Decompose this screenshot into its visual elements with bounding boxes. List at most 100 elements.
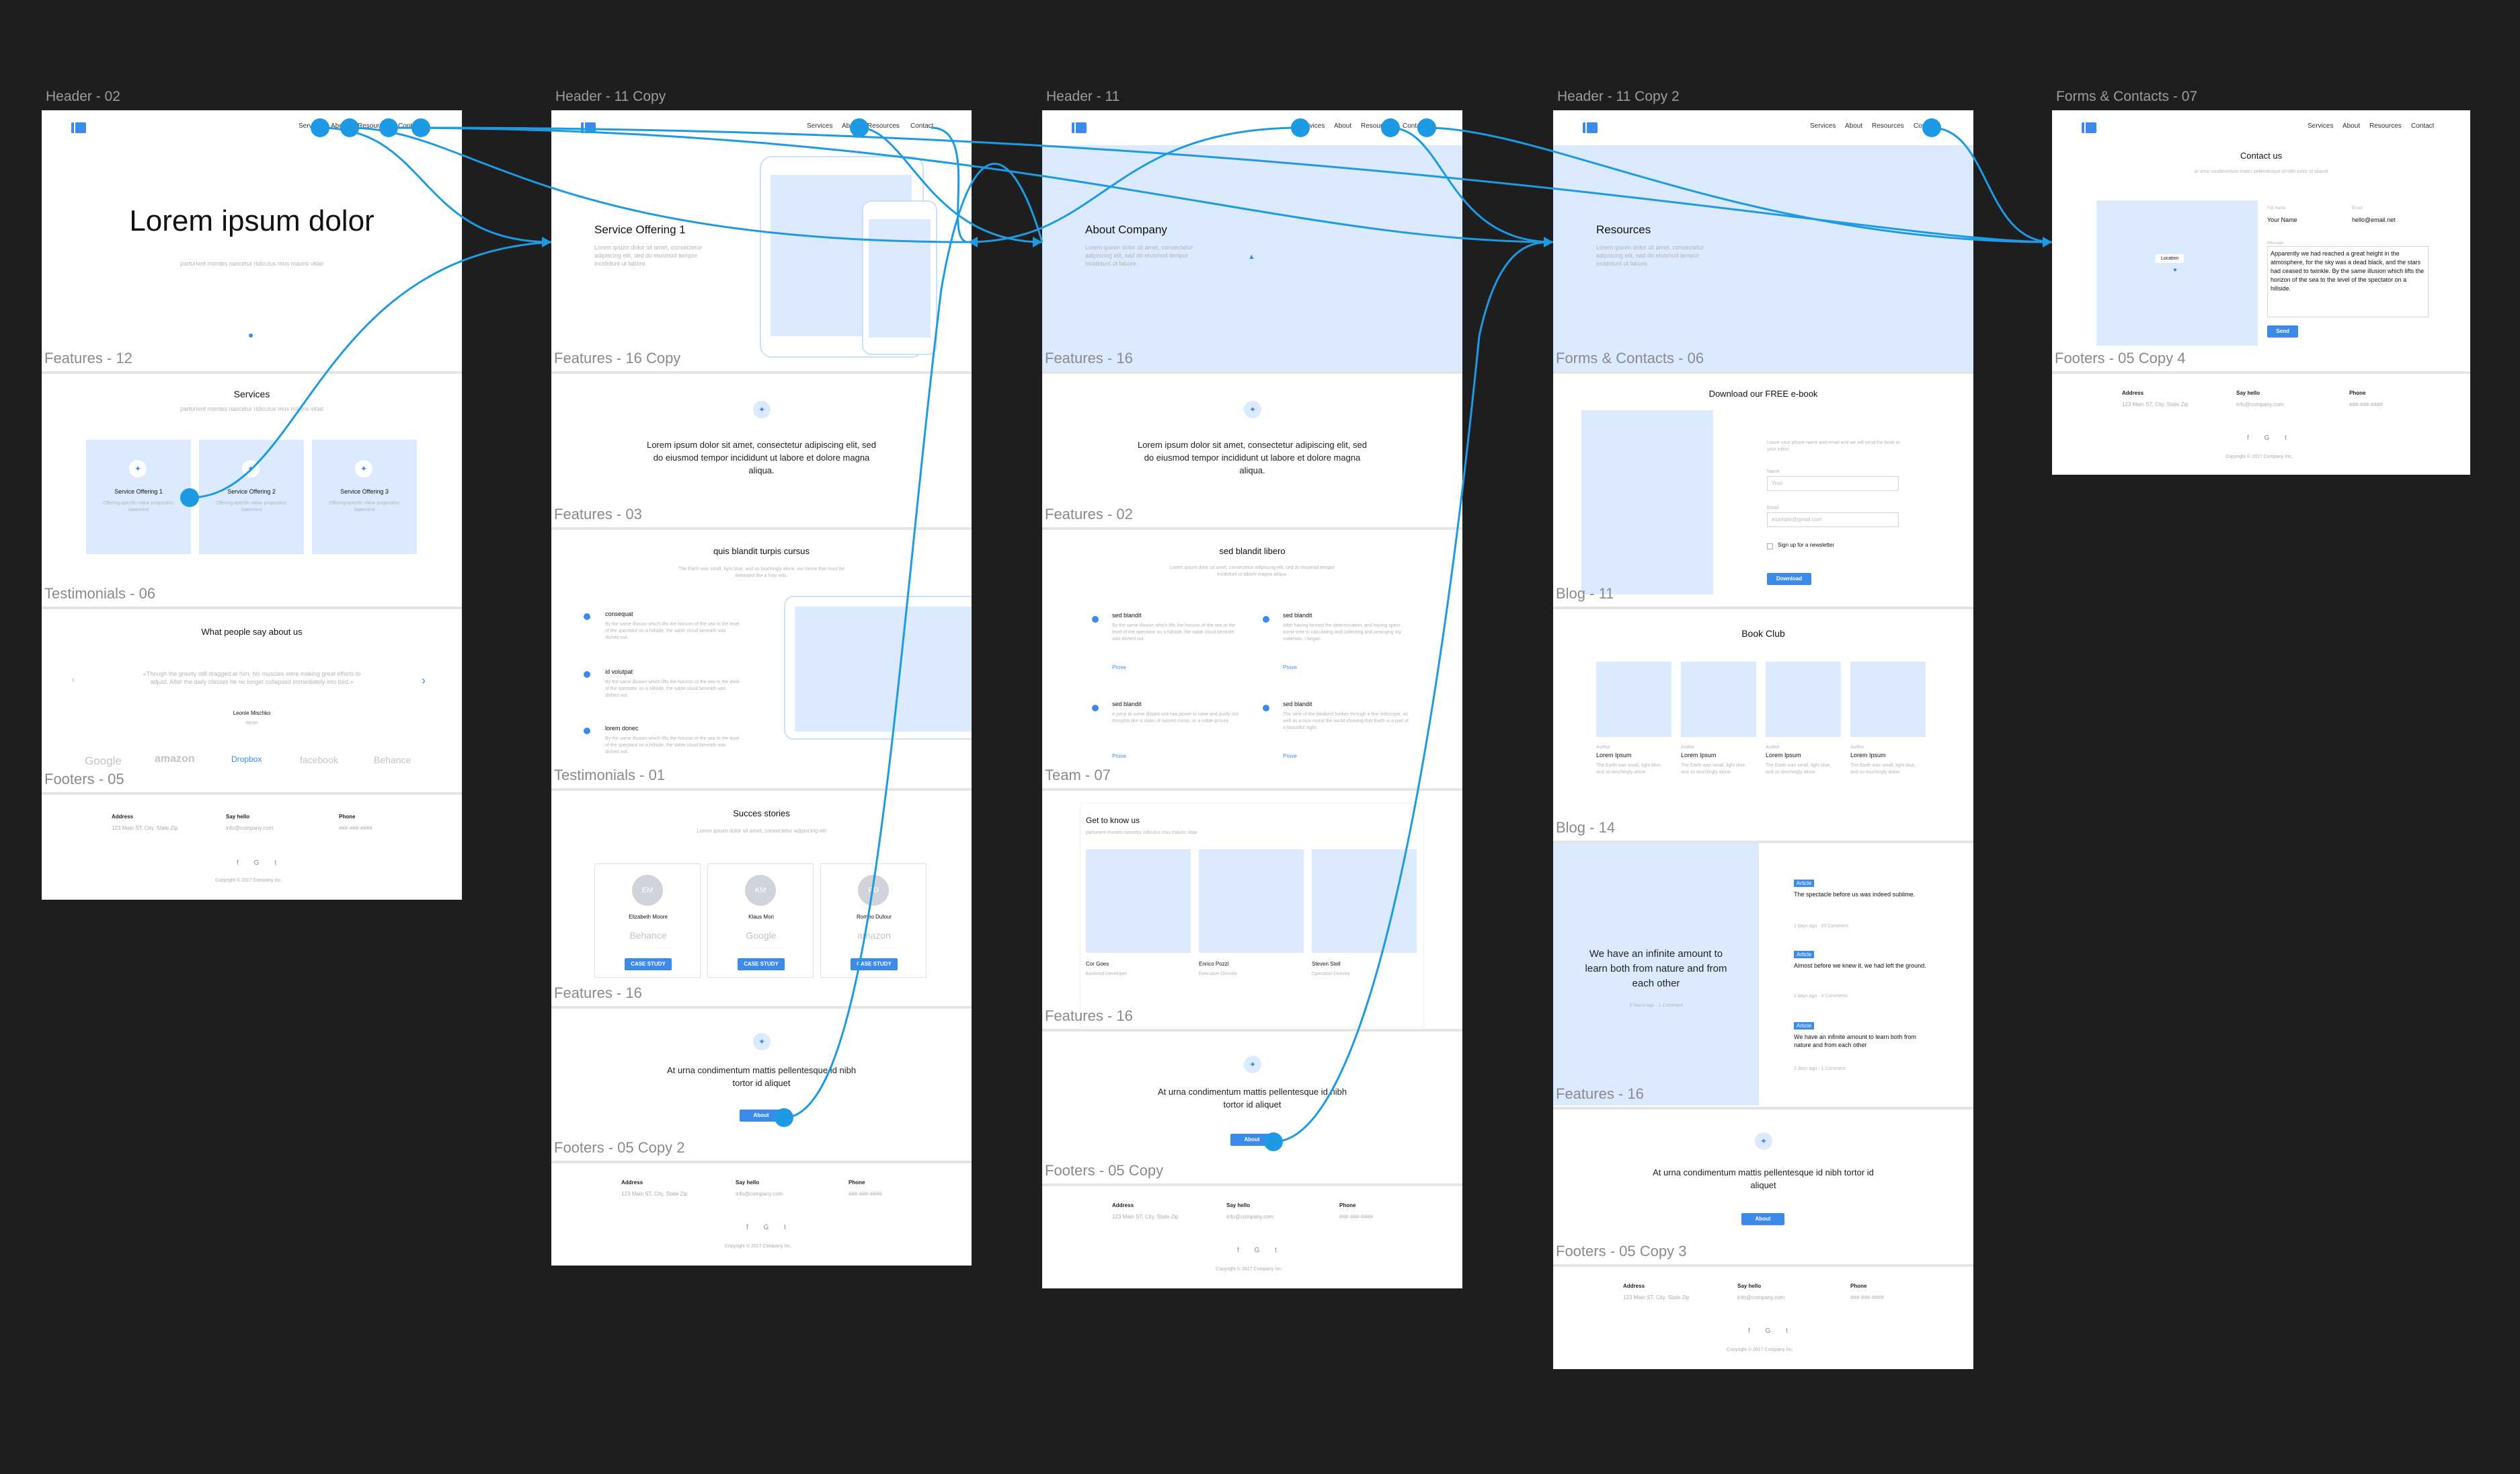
book-image[interactable] (1596, 662, 1671, 737)
social-icons[interactable]: f G t (237, 859, 283, 867)
email-field[interactable]: hello@email.net (2352, 217, 2396, 223)
book-image[interactable] (1681, 662, 1756, 737)
artboard-header-11-copy[interactable]: Services About Resources Contact Service… (551, 110, 972, 1266)
section-label: Forms & Contacts - 06 (1556, 350, 1704, 366)
book-author: Author (1850, 745, 1864, 750)
avatar: KM (745, 875, 776, 906)
contact-subtitle: at urna condimentum mattis pellentesque … (2194, 169, 2328, 174)
map[interactable]: Location ● (2096, 200, 2258, 346)
libero-title: sed blandit libero (1219, 546, 1286, 556)
nav-item-services[interactable]: Services (2308, 122, 2333, 130)
name-field[interactable]: Your Name (2267, 217, 2297, 223)
link-hotspot[interactable] (311, 118, 329, 137)
link-hotspot[interactable] (1264, 1132, 1283, 1151)
nav-item-about[interactable]: About (1845, 122, 1862, 130)
link-hotspot[interactable] (340, 118, 359, 137)
item-desc: A jump at some distant unit has power to… (1112, 712, 1238, 724)
book-image[interactable] (1766, 662, 1841, 737)
name-field[interactable]: Your (1767, 476, 1899, 491)
nav-item-resources[interactable]: Resources (867, 122, 900, 130)
section-label: Features - 16 (554, 984, 642, 1001)
link-hotspot[interactable] (1922, 118, 1941, 137)
chevron-right-icon[interactable]: › (422, 674, 426, 688)
item-link[interactable]: Prove (1112, 753, 1126, 759)
item-desc: By the same illusion which lifts the hor… (1112, 623, 1236, 642)
nav-item-resources[interactable]: Resources (1872, 122, 1904, 130)
artboard-header-11-copy-2[interactable]: Services About Resources Contact Resourc… (1553, 110, 1973, 1369)
hero-title: Resources (1596, 223, 1651, 236)
link-hotspot[interactable] (411, 118, 430, 137)
email-field[interactable]: example@gmail.com (1767, 512, 1899, 527)
nav-item-about[interactable]: About (2342, 122, 2360, 130)
newsletter-checkbox[interactable] (1767, 543, 1773, 549)
link-hotspot[interactable] (379, 118, 398, 137)
hero-title: About Company (1085, 223, 1167, 236)
nav-item-resources[interactable]: Resources (2369, 122, 2402, 130)
newsletter-label: Sign up for a newsletter (1778, 542, 1835, 548)
book-desc: The Earth was small, light blue, and so … (1766, 763, 1832, 775)
post-title[interactable]: The spectacle before us was indeed subli… (1794, 890, 1928, 898)
social-icons[interactable]: f G t (1237, 1247, 1284, 1254)
artboard-header-02[interactable]: Services About Resources Contact Lorem i… (42, 110, 462, 900)
nav-item-services[interactable]: Services (1810, 122, 1836, 130)
service-card[interactable]: ✦ Service Offering 2 Offering-specific v… (199, 440, 304, 554)
image-icon: ▲ (1248, 253, 1255, 261)
social-icons[interactable]: f G t (746, 1224, 793, 1231)
star-icon: ✦ (1244, 401, 1261, 418)
design-canvas: Header - 02 Services About Resources Con… (0, 0, 2520, 1474)
features-text: Lorem ipsum dolor sit amet, consectetur … (1137, 440, 1368, 475)
service-card[interactable]: ✦ Service Offering 3 Offering-specific v… (312, 440, 417, 554)
nav-item-services[interactable]: Services (807, 122, 832, 130)
service-card[interactable]: ✦ Service Offering 1 Offering-specific v… (86, 440, 191, 554)
copyright: Copyright © 2017 Company Inc. (215, 878, 282, 883)
post-title[interactable]: We have an infinite amount to learn both… (1794, 1033, 1928, 1049)
item-link[interactable]: Prove (1283, 664, 1297, 670)
nav-item-about[interactable]: About (1334, 122, 1351, 130)
chevron-left-icon[interactable]: ‹ (71, 674, 75, 686)
post-meta: 2 days ago · 1 Comment (1794, 1066, 1846, 1071)
item-link[interactable]: Prove (1112, 664, 1126, 670)
artboard-forms-contacts-07[interactable]: Services About Resources Contact Contact… (2052, 110, 2470, 475)
logo-dropbox: Dropbox (231, 754, 262, 764)
artboard-header-11[interactable]: Services About Resources Contact About C… (1042, 110, 1462, 1288)
about-button[interactable]: About (1741, 1213, 1784, 1225)
avatar: RD (858, 875, 889, 906)
footer-phone: Phone ###-###-#### (1850, 1283, 1884, 1301)
bullet-title: consequat (605, 611, 633, 617)
star-icon: ✦ (1755, 1132, 1772, 1150)
link-hotspot[interactable] (180, 488, 199, 507)
nav-item-contact[interactable]: Contact (910, 122, 933, 130)
message-field[interactable]: Apparently we had reached a great height… (2267, 246, 2429, 317)
success-title: Succes stories (733, 808, 790, 818)
download-button[interactable]: Download (1767, 573, 1811, 585)
social-icons[interactable]: f G t (2247, 434, 2293, 442)
story-card[interactable]: EM Elizabeth Moore Behance CASE STUDY (594, 863, 701, 978)
story-card[interactable]: RD Romeo Dufour amazon CASE STUDY (820, 863, 927, 978)
story-card[interactable]: KM Klaus Mori Google CASE STUDY (707, 863, 814, 978)
post-tag[interactable]: Article (1794, 1022, 1815, 1030)
item-link[interactable]: Prove (1283, 753, 1297, 759)
link-hotspot[interactable] (850, 118, 869, 137)
nav-item-contact[interactable]: Contact (2411, 122, 2434, 130)
case-study-button[interactable]: CASE STUDY (851, 958, 898, 970)
send-button[interactable]: Send (2267, 325, 2298, 338)
copyright: Copyright © 2017 Company Inc. (1727, 1348, 1794, 1352)
case-study-button[interactable]: CASE STUDY (738, 958, 785, 970)
team-section: Get to know us parturient montes nascetu… (1080, 803, 1424, 1027)
bullet-icon (1263, 616, 1269, 623)
link-hotspot[interactable] (1291, 118, 1310, 137)
post-title[interactable]: Almost before we knew it, we had left th… (1794, 962, 1928, 970)
bullet-icon (584, 613, 590, 620)
section-label: Features - 16 (1045, 350, 1133, 366)
team-title: Get to know us (1086, 816, 1140, 825)
link-hotspot[interactable] (775, 1108, 793, 1127)
book-image[interactable] (1850, 662, 1926, 737)
post-tag[interactable]: Article (1794, 951, 1815, 958)
post-tag[interactable]: Article (1794, 880, 1815, 887)
social-icons[interactable]: f G t (1748, 1327, 1795, 1335)
phone-mockup (862, 200, 937, 355)
case-study-button[interactable]: CASE STUDY (625, 958, 672, 970)
map-location-label: Location (2156, 254, 2184, 263)
link-hotspot[interactable] (1417, 118, 1436, 137)
link-hotspot[interactable] (1381, 118, 1400, 137)
